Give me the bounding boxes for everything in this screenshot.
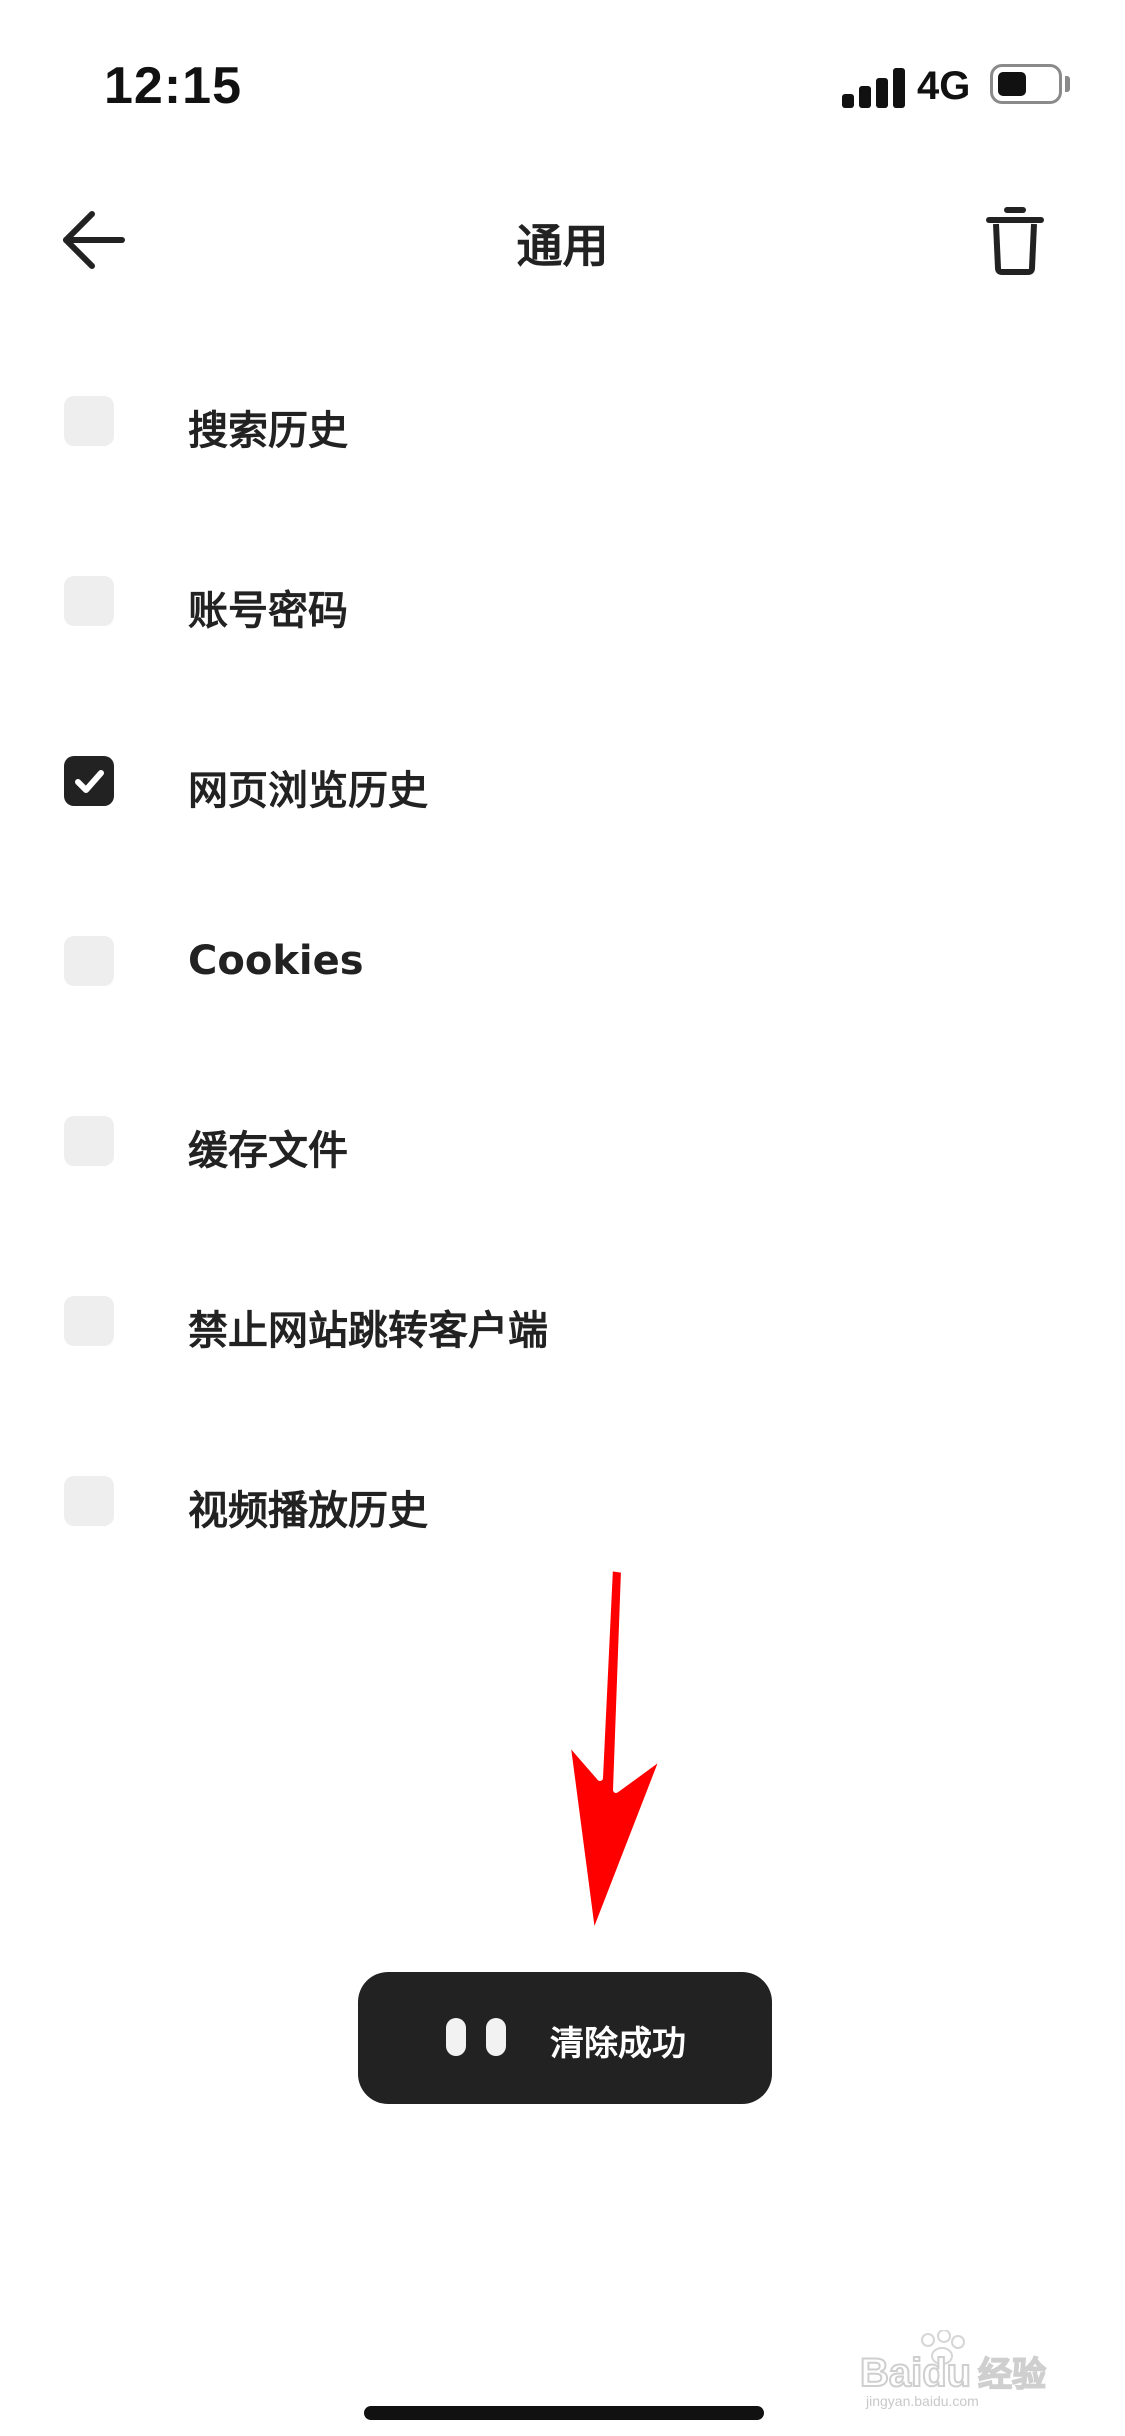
- checkmark-icon: [75, 770, 104, 793]
- svg-text:经验: 经验: [978, 2355, 1046, 2395]
- checkbox[interactable]: [64, 396, 114, 446]
- checkbox[interactable]: [64, 1116, 114, 1166]
- option-label: 视频播放历史: [188, 1488, 428, 1534]
- option-video-history[interactable]: 视频播放历史: [0, 1440, 1125, 1560]
- battery-icon: [990, 64, 1062, 104]
- home-indicator[interactable]: [364, 2406, 764, 2420]
- svg-text:jingyan.baidu.com: jingyan.baidu.com: [865, 2393, 979, 2409]
- option-cookies[interactable]: Cookies: [0, 900, 1125, 1020]
- option-block-app-redirect[interactable]: 禁止网站跳转客户端: [0, 1260, 1125, 1380]
- option-label: 网页浏览历史: [188, 768, 428, 814]
- status-time: 12:15: [104, 57, 242, 115]
- option-label: 禁止网站跳转客户端: [188, 1308, 548, 1354]
- option-account-password[interactable]: 账号密码: [0, 540, 1125, 660]
- option-search-history[interactable]: 搜索历史: [0, 360, 1125, 480]
- page-title: 通用: [516, 219, 609, 273]
- toast-text: 清除成功: [550, 2024, 686, 2064]
- toast-notification: 清除成功: [358, 1972, 772, 2104]
- checkbox[interactable]: [64, 576, 114, 626]
- svg-text:Baidu: Baidu: [860, 2351, 971, 2395]
- option-label: Cookies: [188, 938, 364, 984]
- option-label: 账号密码: [188, 588, 348, 634]
- baidu-jingyan-watermark: Baidu 经验 jingyan.baidu.com: [860, 2330, 1047, 2409]
- red-arrow-annotation: [564, 1565, 667, 1941]
- trash-icon: [986, 207, 1044, 275]
- signal-strength-icon: [842, 68, 905, 108]
- option-browsing-history[interactable]: 网页浏览历史: [0, 720, 1125, 840]
- loading-dots-icon: [446, 2018, 510, 2058]
- option-cache-files[interactable]: 缓存文件: [0, 1080, 1125, 1200]
- option-label: 搜索历史: [188, 408, 348, 454]
- delete-button[interactable]: [985, 206, 1045, 276]
- network-type: 4G: [917, 64, 971, 108]
- header: 通用: [0, 180, 1125, 300]
- checkbox-checked[interactable]: [64, 756, 114, 806]
- option-label: 缓存文件: [188, 1128, 348, 1174]
- checkbox[interactable]: [64, 1296, 114, 1346]
- battery-cap: [1065, 76, 1070, 92]
- checkbox[interactable]: [64, 936, 114, 986]
- checkbox[interactable]: [64, 1476, 114, 1526]
- battery-level: [998, 72, 1026, 96]
- status-bar: 12:15 4G: [0, 0, 1125, 150]
